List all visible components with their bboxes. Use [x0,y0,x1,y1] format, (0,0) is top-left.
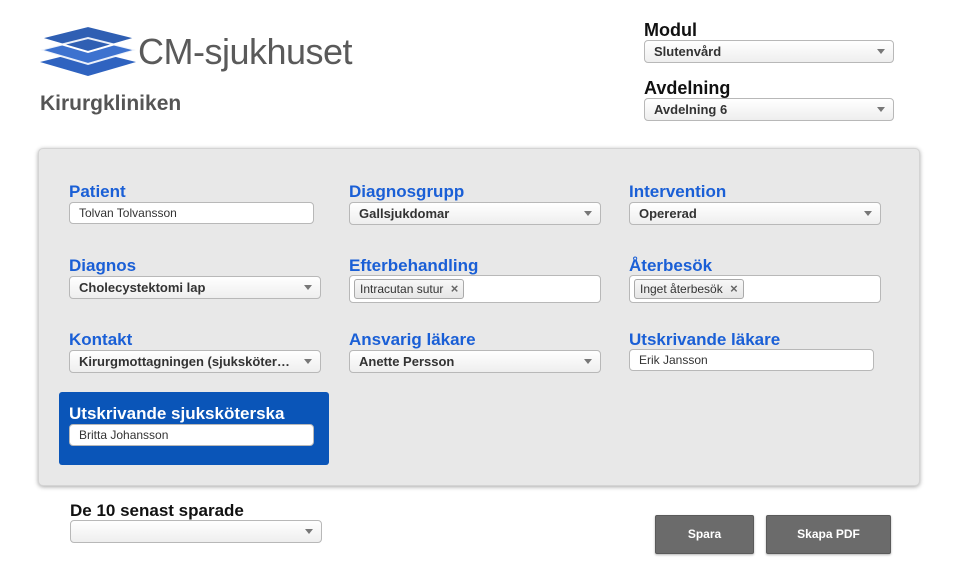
ansvarig-lakare-select[interactable]: Anette Persson [349,350,601,373]
chevron-down-icon [304,359,312,364]
chevron-down-icon [305,529,313,534]
efterbehandling-multiselect[interactable]: Intracutan sutur × [349,275,601,303]
diagnos-label: Diagnos [69,256,137,275]
utskrivande-lakare-label: Utskrivande läkare [629,330,781,349]
save-button[interactable]: Spara [655,515,754,554]
chevron-down-icon [877,49,885,54]
chevron-down-icon [304,285,312,290]
chevron-down-icon [864,211,872,216]
aterbesok-multiselect[interactable]: Inget återbesök × [629,275,881,303]
remove-tag-icon[interactable]: × [730,280,738,298]
diagnosgrupp-select-value: Gallsjukdomar [359,206,450,221]
logo-text: CM-sjukhuset [138,31,353,72]
patient-label: Patient [69,182,126,201]
page-title: Kirurgkliniken [40,92,182,115]
patient-input[interactable]: Tolvan Tolvansson [69,202,314,224]
efterbehandling-tag: Intracutan sutur × [354,279,465,299]
kontakt-select[interactable]: Kirurgmottagningen (sjuksköter… [69,350,321,373]
avdelning-select[interactable]: Avdelning 6 [644,98,894,121]
intervention-select-value: Opererad [639,206,697,221]
chevron-down-icon [584,211,592,216]
tag-label: Intracutan sutur [360,282,444,296]
chevron-down-icon [877,107,885,112]
create-pdf-button[interactable]: Skapa PDF [766,515,891,554]
efterbehandling-label: Efterbehandling [349,256,479,275]
diagnos-select[interactable]: Cholecystektomi lap [69,276,321,299]
modul-select-value: Slutenvård [654,44,722,59]
utskrivande-sjukskoterska-card: Utskrivande sjuksköterska Britta Johanss… [59,392,329,465]
ansvarig-lakare-select-value: Anette Persson [359,354,455,369]
hospital-logo: CM-sjukhuset [40,16,390,82]
chevron-down-icon [584,359,592,364]
remove-tag-icon[interactable]: × [451,280,459,298]
recent-saves-select[interactable] [70,520,322,543]
diagnosgrupp-select[interactable]: Gallsjukdomar [349,202,601,225]
utskrivande-sjukskoterska-input[interactable]: Britta Johansson [69,424,314,446]
form-panel: Patient Tolvan Tolvansson Diagnosgrupp G… [38,148,920,486]
avdelning-label: Avdelning [644,78,731,98]
kontakt-select-value: Kirurgmottagningen (sjuksköter… [79,354,290,369]
avdelning-select-value: Avdelning 6 [654,102,728,117]
utskrivande-sjukskoterska-label: Utskrivande sjuksköterska [69,404,285,423]
aterbesok-label: Återbesök [629,256,713,275]
utskrivande-lakare-input[interactable]: Erik Jansson [629,349,874,371]
ansvarig-lakare-label: Ansvarig läkare [349,330,476,349]
diagnosgrupp-label: Diagnosgrupp [349,182,465,201]
diagnos-select-value: Cholecystektomi lap [79,280,206,295]
modul-select[interactable]: Slutenvård [644,40,894,63]
tag-label: Inget återbesök [640,282,723,296]
modul-label: Modul [644,20,697,40]
stacked-layers-icon [40,24,136,76]
intervention-label: Intervention [629,182,727,201]
aterbesok-tag: Inget återbesök × [634,279,744,299]
kontakt-label: Kontakt [69,330,133,349]
recent-saves-label: De 10 senast sparade [70,501,244,520]
intervention-select[interactable]: Opererad [629,202,881,225]
